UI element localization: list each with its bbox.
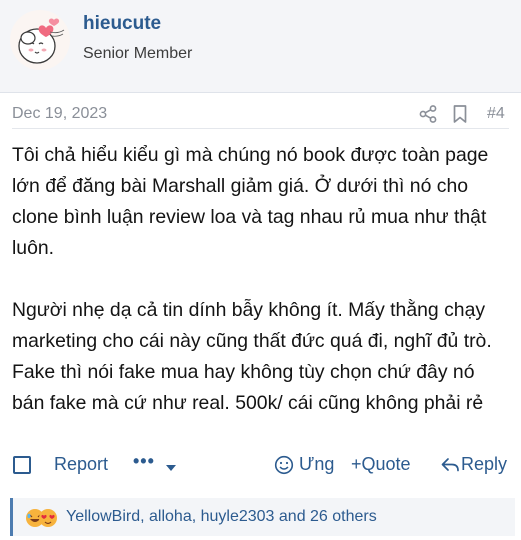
quote-button[interactable]: +Quote (351, 454, 411, 475)
chevron-down-icon[interactable] (165, 459, 177, 477)
avatar[interactable] (10, 10, 70, 70)
share-icon[interactable] (418, 104, 438, 129)
divider (12, 128, 509, 129)
reaction-icons[interactable] (25, 507, 59, 529)
post-paragraph: Tôi chả hiểu kiểu gì mà chúng nó book đư… (12, 144, 489, 259)
post-number[interactable]: #4 (487, 105, 505, 123)
username[interactable]: hieucute (83, 13, 161, 35)
reactions-bar: YellowBird, alloha, huyle2303 and 26 oth… (10, 498, 515, 536)
post-body: Tôi chả hiểu kiểu gì mà chúng nó book đư… (12, 140, 512, 419)
reply-button[interactable]: Reply (461, 454, 507, 475)
user-title: Senior Member (83, 45, 193, 62)
bookmark-icon[interactable] (452, 104, 468, 129)
post-actions: Report ••• Ưng +Quote Reply (0, 448, 521, 482)
report-button[interactable]: Report (54, 454, 108, 475)
react-smile-icon[interactable] (274, 455, 294, 480)
more-options-button[interactable]: ••• (133, 451, 155, 472)
user-header: hieucute Senior Member (0, 0, 521, 93)
reply-arrow-icon[interactable] (440, 455, 460, 480)
post-paragraph: Người nhẹ dạ cả tin dính bẫy không ít. M… (12, 299, 492, 414)
avatar-image-icon (18, 18, 65, 64)
select-checkbox[interactable] (13, 456, 31, 474)
reactions-summary[interactable]: YellowBird, alloha, huyle2303 and 26 oth… (66, 508, 377, 526)
post-date[interactable]: Dec 19, 2023 (12, 105, 107, 123)
heart-emoji-icon (39, 509, 57, 527)
post-meta: Dec 19, 2023 #4 (0, 100, 521, 130)
react-button[interactable]: Ưng (299, 454, 334, 475)
